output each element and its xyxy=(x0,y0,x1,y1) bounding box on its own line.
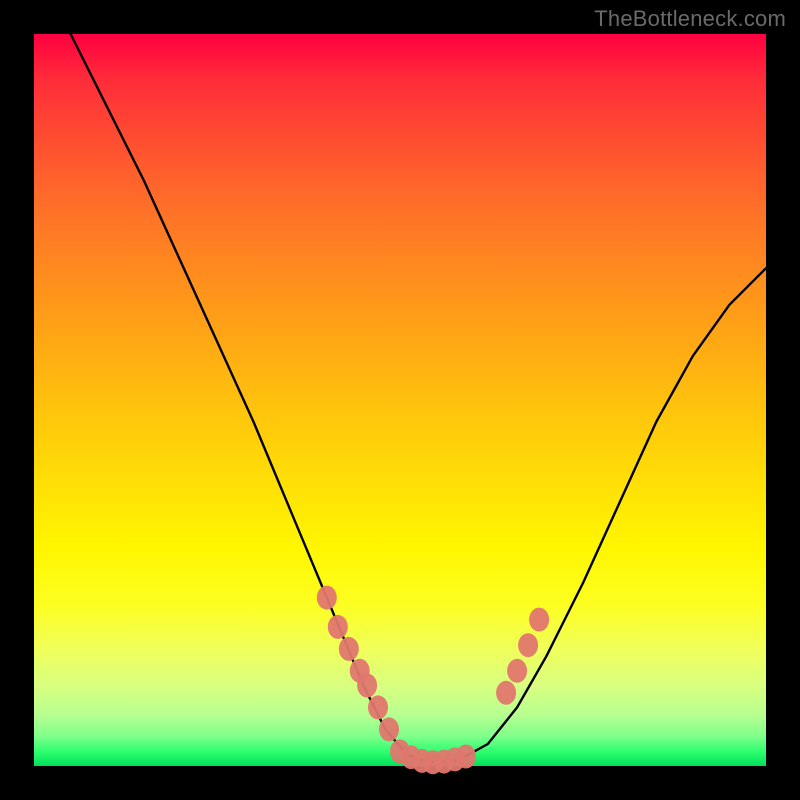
plot-area xyxy=(34,34,766,766)
highlight-dot xyxy=(357,674,377,698)
curve xyxy=(34,0,766,762)
highlight-dot xyxy=(339,637,359,661)
highlight-dot xyxy=(518,633,538,657)
highlight-dot xyxy=(507,659,527,683)
highlight-dot xyxy=(328,615,348,639)
curve-path xyxy=(34,0,766,762)
highlight-dot xyxy=(368,695,388,719)
watermark-text: TheBottleneck.com xyxy=(594,6,786,32)
curve-layer xyxy=(34,34,766,766)
highlight-dot xyxy=(529,608,549,632)
highlight-dot xyxy=(317,586,337,610)
chart-frame: TheBottleneck.com xyxy=(0,0,800,800)
highlight-points xyxy=(317,586,549,775)
highlight-dot xyxy=(496,681,516,705)
highlight-dot xyxy=(379,717,399,741)
highlight-dot xyxy=(456,745,476,769)
